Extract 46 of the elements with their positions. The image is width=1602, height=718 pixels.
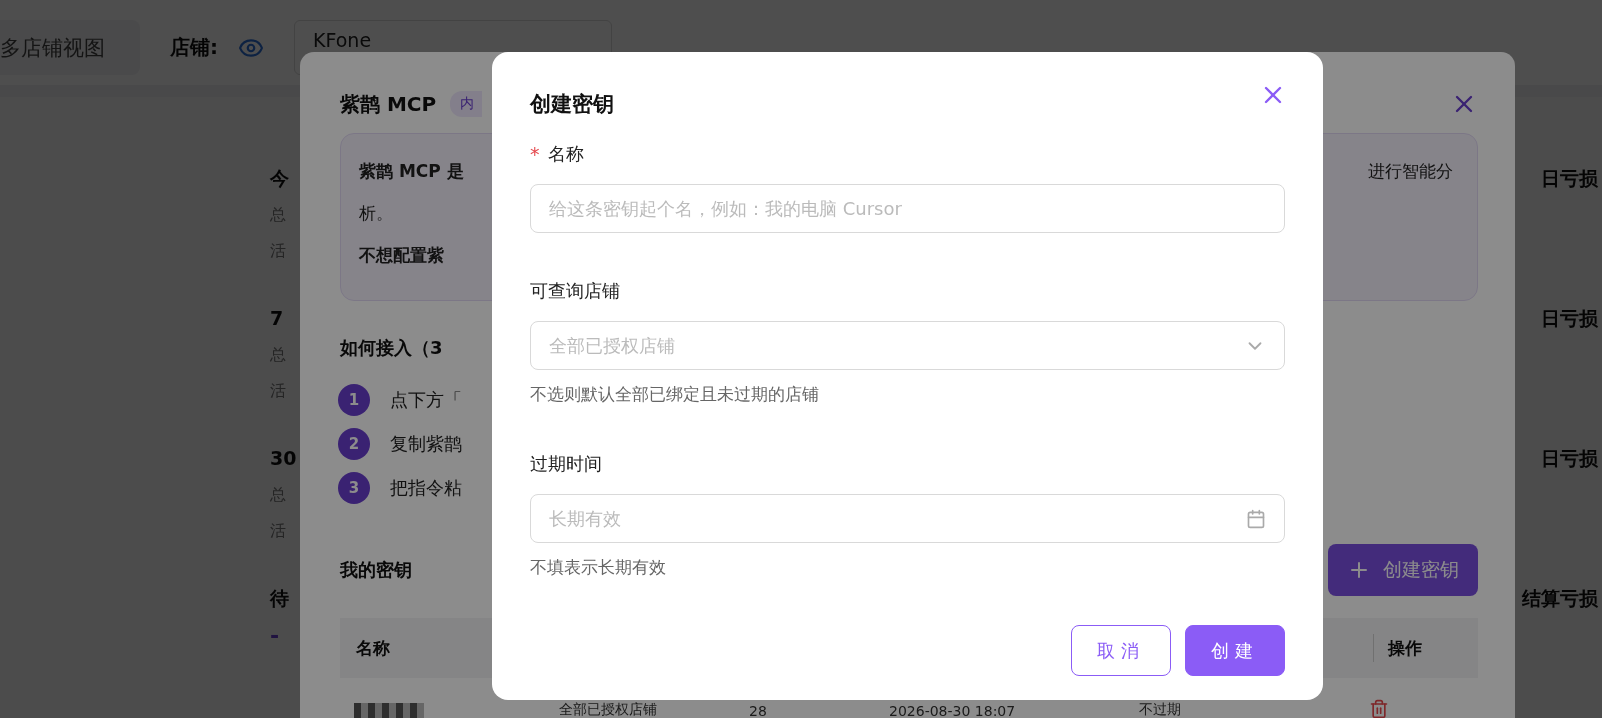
blurred-name-placeholder xyxy=(354,703,424,718)
date-picker[interactable]: 长期有效 xyxy=(530,494,1285,543)
store-select[interactable]: 全部已授权店铺 xyxy=(530,321,1285,370)
intro-text: 紫鹊 MCP 是 xyxy=(359,160,464,183)
stat-title: 今 xyxy=(270,166,289,191)
stat-title: 日亏损 xyxy=(1541,166,1598,191)
step-number: 2 xyxy=(338,428,370,460)
help-text: 不填表示长期有效 xyxy=(530,556,667,579)
dialog-title: 创建密钥 xyxy=(530,91,614,118)
calendar-icon xyxy=(1246,508,1266,529)
column-header: 操作 xyxy=(1388,636,1422,660)
stat-title: 日亏损 xyxy=(1541,446,1598,471)
step-number: 3 xyxy=(338,472,370,504)
required-mark: * xyxy=(530,143,540,165)
table-cell-text: 2026-08-30 18:07 xyxy=(889,703,1017,718)
stat-title: 结算亏损 xyxy=(1522,586,1598,611)
stat-title: 30 xyxy=(270,446,297,471)
table-cell-text: 不过期 xyxy=(1139,701,1182,718)
intro-note: 不想配置紫 xyxy=(359,245,444,265)
stat-value: - xyxy=(270,623,281,649)
section-heading: 如何接入（3 xyxy=(340,337,443,358)
stat-title: 日亏损 xyxy=(1541,306,1598,331)
cancel-button[interactable]: 取消 xyxy=(1071,625,1171,676)
help-text: 不选则默认全部已绑定且未过期的店铺 xyxy=(530,383,820,406)
create-button[interactable]: 创建 xyxy=(1185,625,1285,676)
stat-title: 待 xyxy=(270,586,289,611)
table-cell-text: 全部已授权店铺 xyxy=(559,701,658,718)
step-number: 1 xyxy=(338,384,370,416)
field-label: 过期时间 xyxy=(530,452,602,476)
name-input[interactable]: 给这条密钥起个名，例如：我的电脑 Cursor xyxy=(530,184,1285,233)
delete-icon[interactable] xyxy=(1369,699,1389,718)
step-text: 复制紫鹊 xyxy=(390,432,462,456)
store-label: 店铺: xyxy=(170,34,218,61)
field-label: 名称 xyxy=(547,142,584,166)
field-label: 可查询店铺 xyxy=(530,279,620,303)
tag: 内 xyxy=(450,91,483,117)
step-text: 把指令粘 xyxy=(390,476,462,500)
table-cell-text: 28 xyxy=(749,703,768,718)
column-header: 名称 xyxy=(356,636,390,660)
stat-title: 7 xyxy=(270,306,285,331)
section-heading: 我的密钥 xyxy=(340,558,412,582)
create-key-button[interactable]: 创建密钥 xyxy=(1328,544,1478,596)
intro-text: 进行智能分 xyxy=(1368,160,1453,183)
intro-text: 析。 xyxy=(359,203,393,223)
panel-title: 紫鹊 MCP xyxy=(340,90,437,118)
step-text: 点下方「 xyxy=(390,388,462,412)
